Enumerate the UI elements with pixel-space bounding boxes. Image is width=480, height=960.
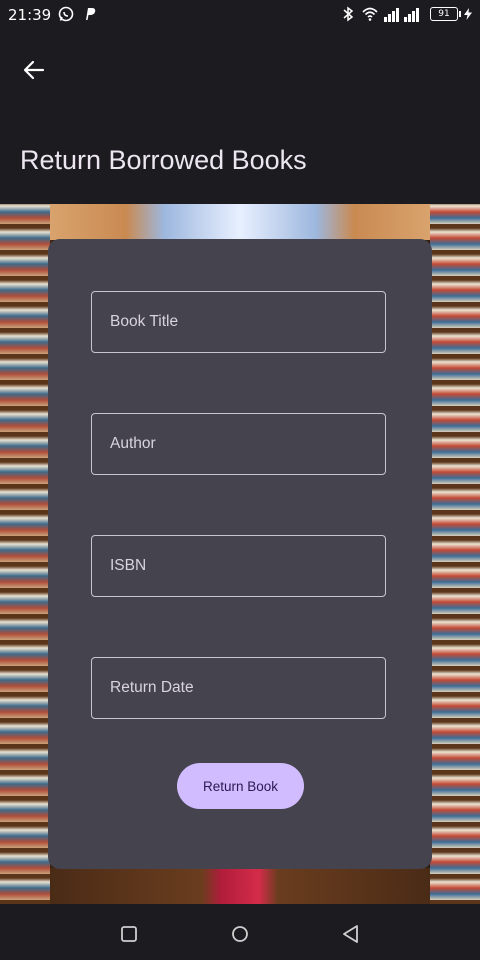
author-field[interactable]: Author (91, 413, 386, 475)
isbn-field[interactable]: ISBN (91, 535, 386, 597)
home-icon[interactable] (228, 922, 252, 946)
recents-icon[interactable] (117, 922, 141, 946)
isbn-label: ISBN (110, 557, 147, 574)
status-right-icons: 91 (340, 6, 472, 22)
author-label: Author (110, 435, 156, 452)
bluetooth-icon (343, 6, 354, 22)
status-left-icons (58, 6, 98, 22)
status-time: 21:39 (8, 6, 52, 24)
book-title-field[interactable]: Book Title (91, 291, 386, 353)
return-date-label: Return Date (110, 679, 194, 696)
charging-bolt-icon (464, 8, 472, 20)
system-nav-bar (0, 904, 480, 960)
app-bar: Return Borrowed Books (0, 30, 480, 204)
page-title: Return Borrowed Books (20, 145, 307, 175)
back-triangle-icon[interactable] (339, 922, 363, 946)
bookshelf-left (0, 204, 50, 904)
bookshelf-right (430, 204, 480, 904)
return-book-button[interactable]: Return Book (177, 763, 304, 809)
whatsapp-icon (58, 6, 74, 22)
battery-icon: 91 (430, 7, 461, 21)
status-bar: 21:39 91 (0, 0, 480, 30)
red-staircase (50, 868, 430, 904)
arrow-left-icon (23, 60, 45, 80)
return-date-field[interactable]: Return Date (91, 657, 386, 719)
stained-glass-ceiling (50, 204, 430, 240)
wifi-icon (362, 7, 378, 21)
book-title-label: Book Title (110, 313, 179, 330)
parking-icon (86, 8, 96, 20)
return-form-card: Book Title Author ISBN Return Date Retur… (48, 239, 432, 869)
signal-icon (384, 8, 419, 22)
back-button[interactable] (14, 50, 54, 90)
